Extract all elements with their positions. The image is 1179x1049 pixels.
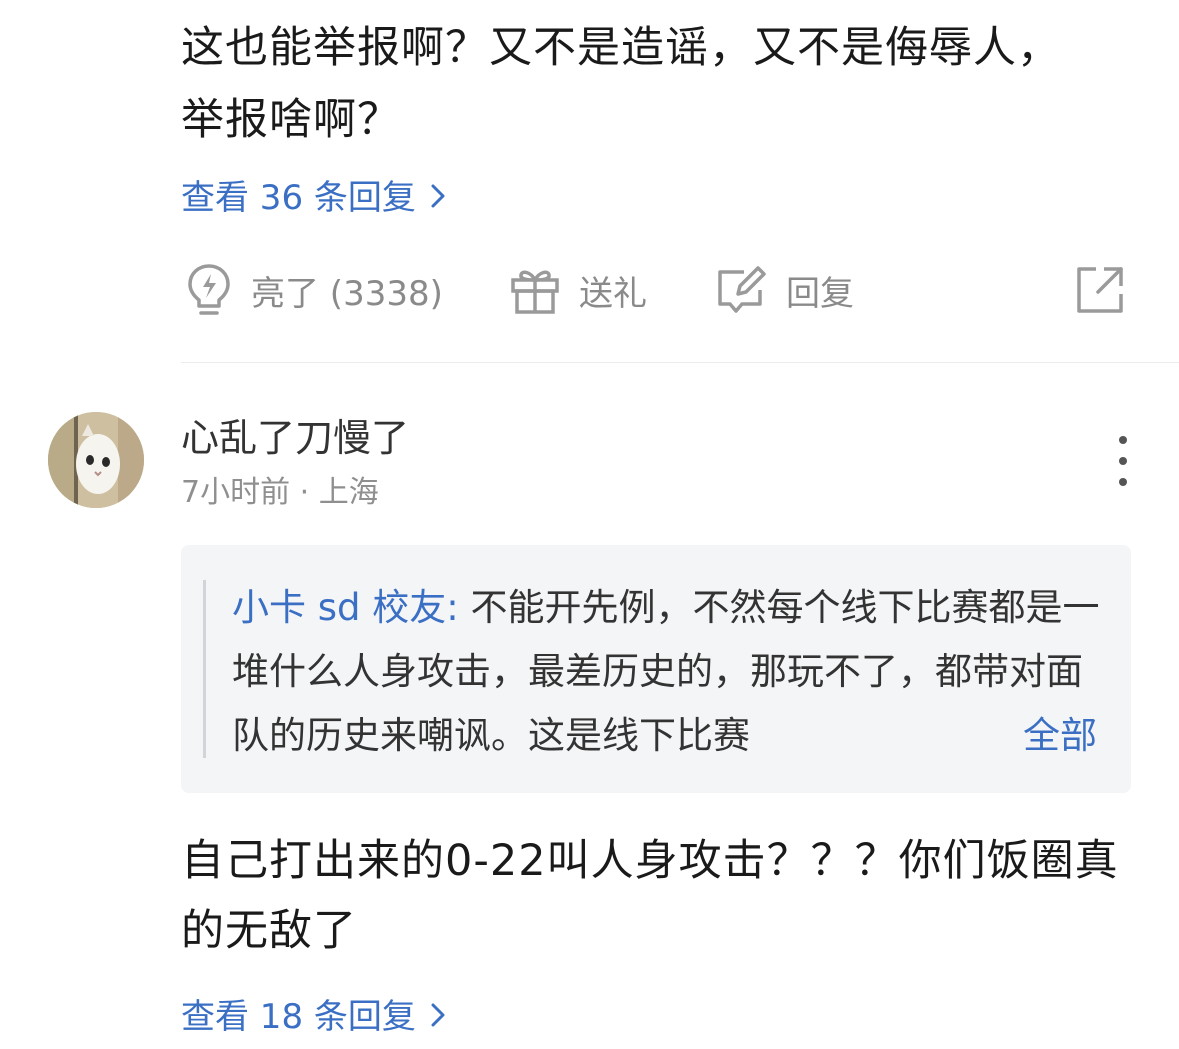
quote-username[interactable]: 小卡 sd 校友: (232, 586, 459, 629)
gift-button[interactable]: 送礼 (509, 255, 647, 325)
comment-text: 自己打出来的0-22叫人身攻击？？？你们饭圈真的无敌了 (181, 836, 1119, 956)
quote-bar (203, 580, 206, 758)
lightbulb-icon (185, 262, 233, 318)
comment-username[interactable]: 心乱了刀慢了 (181, 414, 409, 462)
more-vertical-icon[interactable] (1108, 436, 1138, 486)
comment-action-bar: 亮了 (3338) 送礼 回复 (181, 255, 1141, 325)
quote-fade (930, 704, 1025, 768)
edit-reply-icon (714, 264, 768, 316)
chevron-right-icon (430, 997, 446, 1037)
gift-icon (509, 264, 561, 316)
chevron-right-icon (430, 178, 446, 218)
comment-text: 这也能举报啊？又不是造谣，又不是侮辱人，举报啥啊？ (181, 23, 1061, 145)
gift-label: 送礼 (579, 273, 647, 314)
reply-label: 回复 (786, 273, 854, 314)
view-replies-link[interactable]: 查看 18 条回复 (181, 997, 446, 1037)
share-button[interactable] (1074, 255, 1126, 325)
reply-button[interactable]: 回复 (714, 255, 854, 325)
comment-divider (181, 362, 1179, 363)
like-button[interactable]: 亮了 (3338) (185, 255, 443, 325)
share-icon (1074, 264, 1126, 316)
view-replies-link[interactable]: 查看 36 条回复 (181, 178, 446, 218)
like-count-label: 亮了 (3338) (251, 273, 443, 314)
expand-quote-button[interactable]: 全部 (1023, 704, 1097, 768)
avatar[interactable] (48, 412, 144, 508)
comment-meta: 7小时前 · 上海 (181, 475, 379, 510)
view-replies-label: 查看 18 条回复 (181, 997, 416, 1037)
view-replies-label: 查看 36 条回复 (181, 178, 416, 218)
